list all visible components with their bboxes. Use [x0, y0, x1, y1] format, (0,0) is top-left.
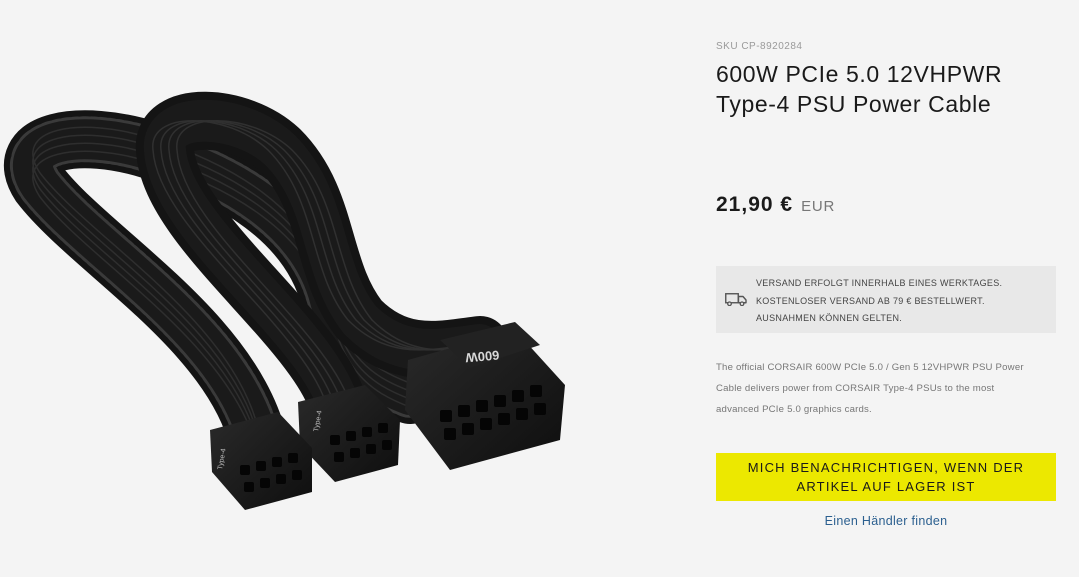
product-title: 600W PCIe 5.0 12VHPWR Type-4 PSU Power C…: [716, 59, 1056, 119]
cable-illustration: 600W Type-4 Type-4: [4, 91, 565, 510]
shipping-line-2: KOSTENLOSER VERSAND AB 79 € BESTELLWERT.: [756, 295, 985, 306]
product-title-line-2: Type-4 PSU Power Cable: [716, 91, 992, 117]
product-description: The official CORSAIR 600W PCIe 5.0 / Gen…: [716, 357, 1056, 420]
shipping-info-box: VERSAND ERFOLGT INNERHALB EINES WERKTAGE…: [716, 266, 1056, 333]
shipping-line-1: VERSAND ERFOLGT INNERHALB EINES WERKTAGE…: [756, 278, 1003, 288]
description-line-3: advanced PCIe 5.0 graphics cards.: [716, 404, 872, 415]
notify-button-label-line-2: ARTIKEL AUF LAGER IST: [796, 479, 976, 494]
connector-8pin-left: Type-4: [210, 412, 312, 510]
find-dealer-link[interactable]: Einen Händler finden: [716, 514, 1056, 528]
description-line-2: Cable delivers power from CORSAIR Type-4…: [716, 383, 995, 394]
product-sku: SKU CP-8920284: [716, 41, 803, 52]
product-details: SKU CP-8920284 600W PCIe 5.0 12VHPWR Typ…: [716, 0, 1056, 577]
notify-when-in-stock-button[interactable]: MICH BENACHRICHTIGEN, WENN DER ARTIKEL A…: [716, 453, 1056, 501]
product-image[interactable]: 600W Type-4 Type-4: [0, 0, 650, 577]
shipping-line-3: AUSNAHMEN KÖNNEN GELTEN.: [756, 313, 903, 323]
price-row: 21,90 € EUR: [716, 193, 835, 217]
truck-icon: [725, 293, 747, 306]
product-page: 600W Type-4 Type-4 SKU CP-8920284 600W P…: [0, 0, 1079, 577]
description-line-1: The official CORSAIR 600W PCIe 5.0 / Gen…: [716, 362, 1024, 373]
connector-label-600w: 600W: [464, 348, 500, 366]
product-title-line-1: 600W PCIe 5.0 12VHPWR: [716, 61, 1003, 87]
notify-button-label-line-1: MICH BENACHRICHTIGEN, WENN DER: [747, 460, 1025, 475]
product-price: 21,90 €: [716, 193, 794, 216]
shipping-text: VERSAND ERFOLGT INNERHALB EINES WERKTAGE…: [756, 275, 1002, 328]
price-currency: EUR: [801, 198, 836, 215]
